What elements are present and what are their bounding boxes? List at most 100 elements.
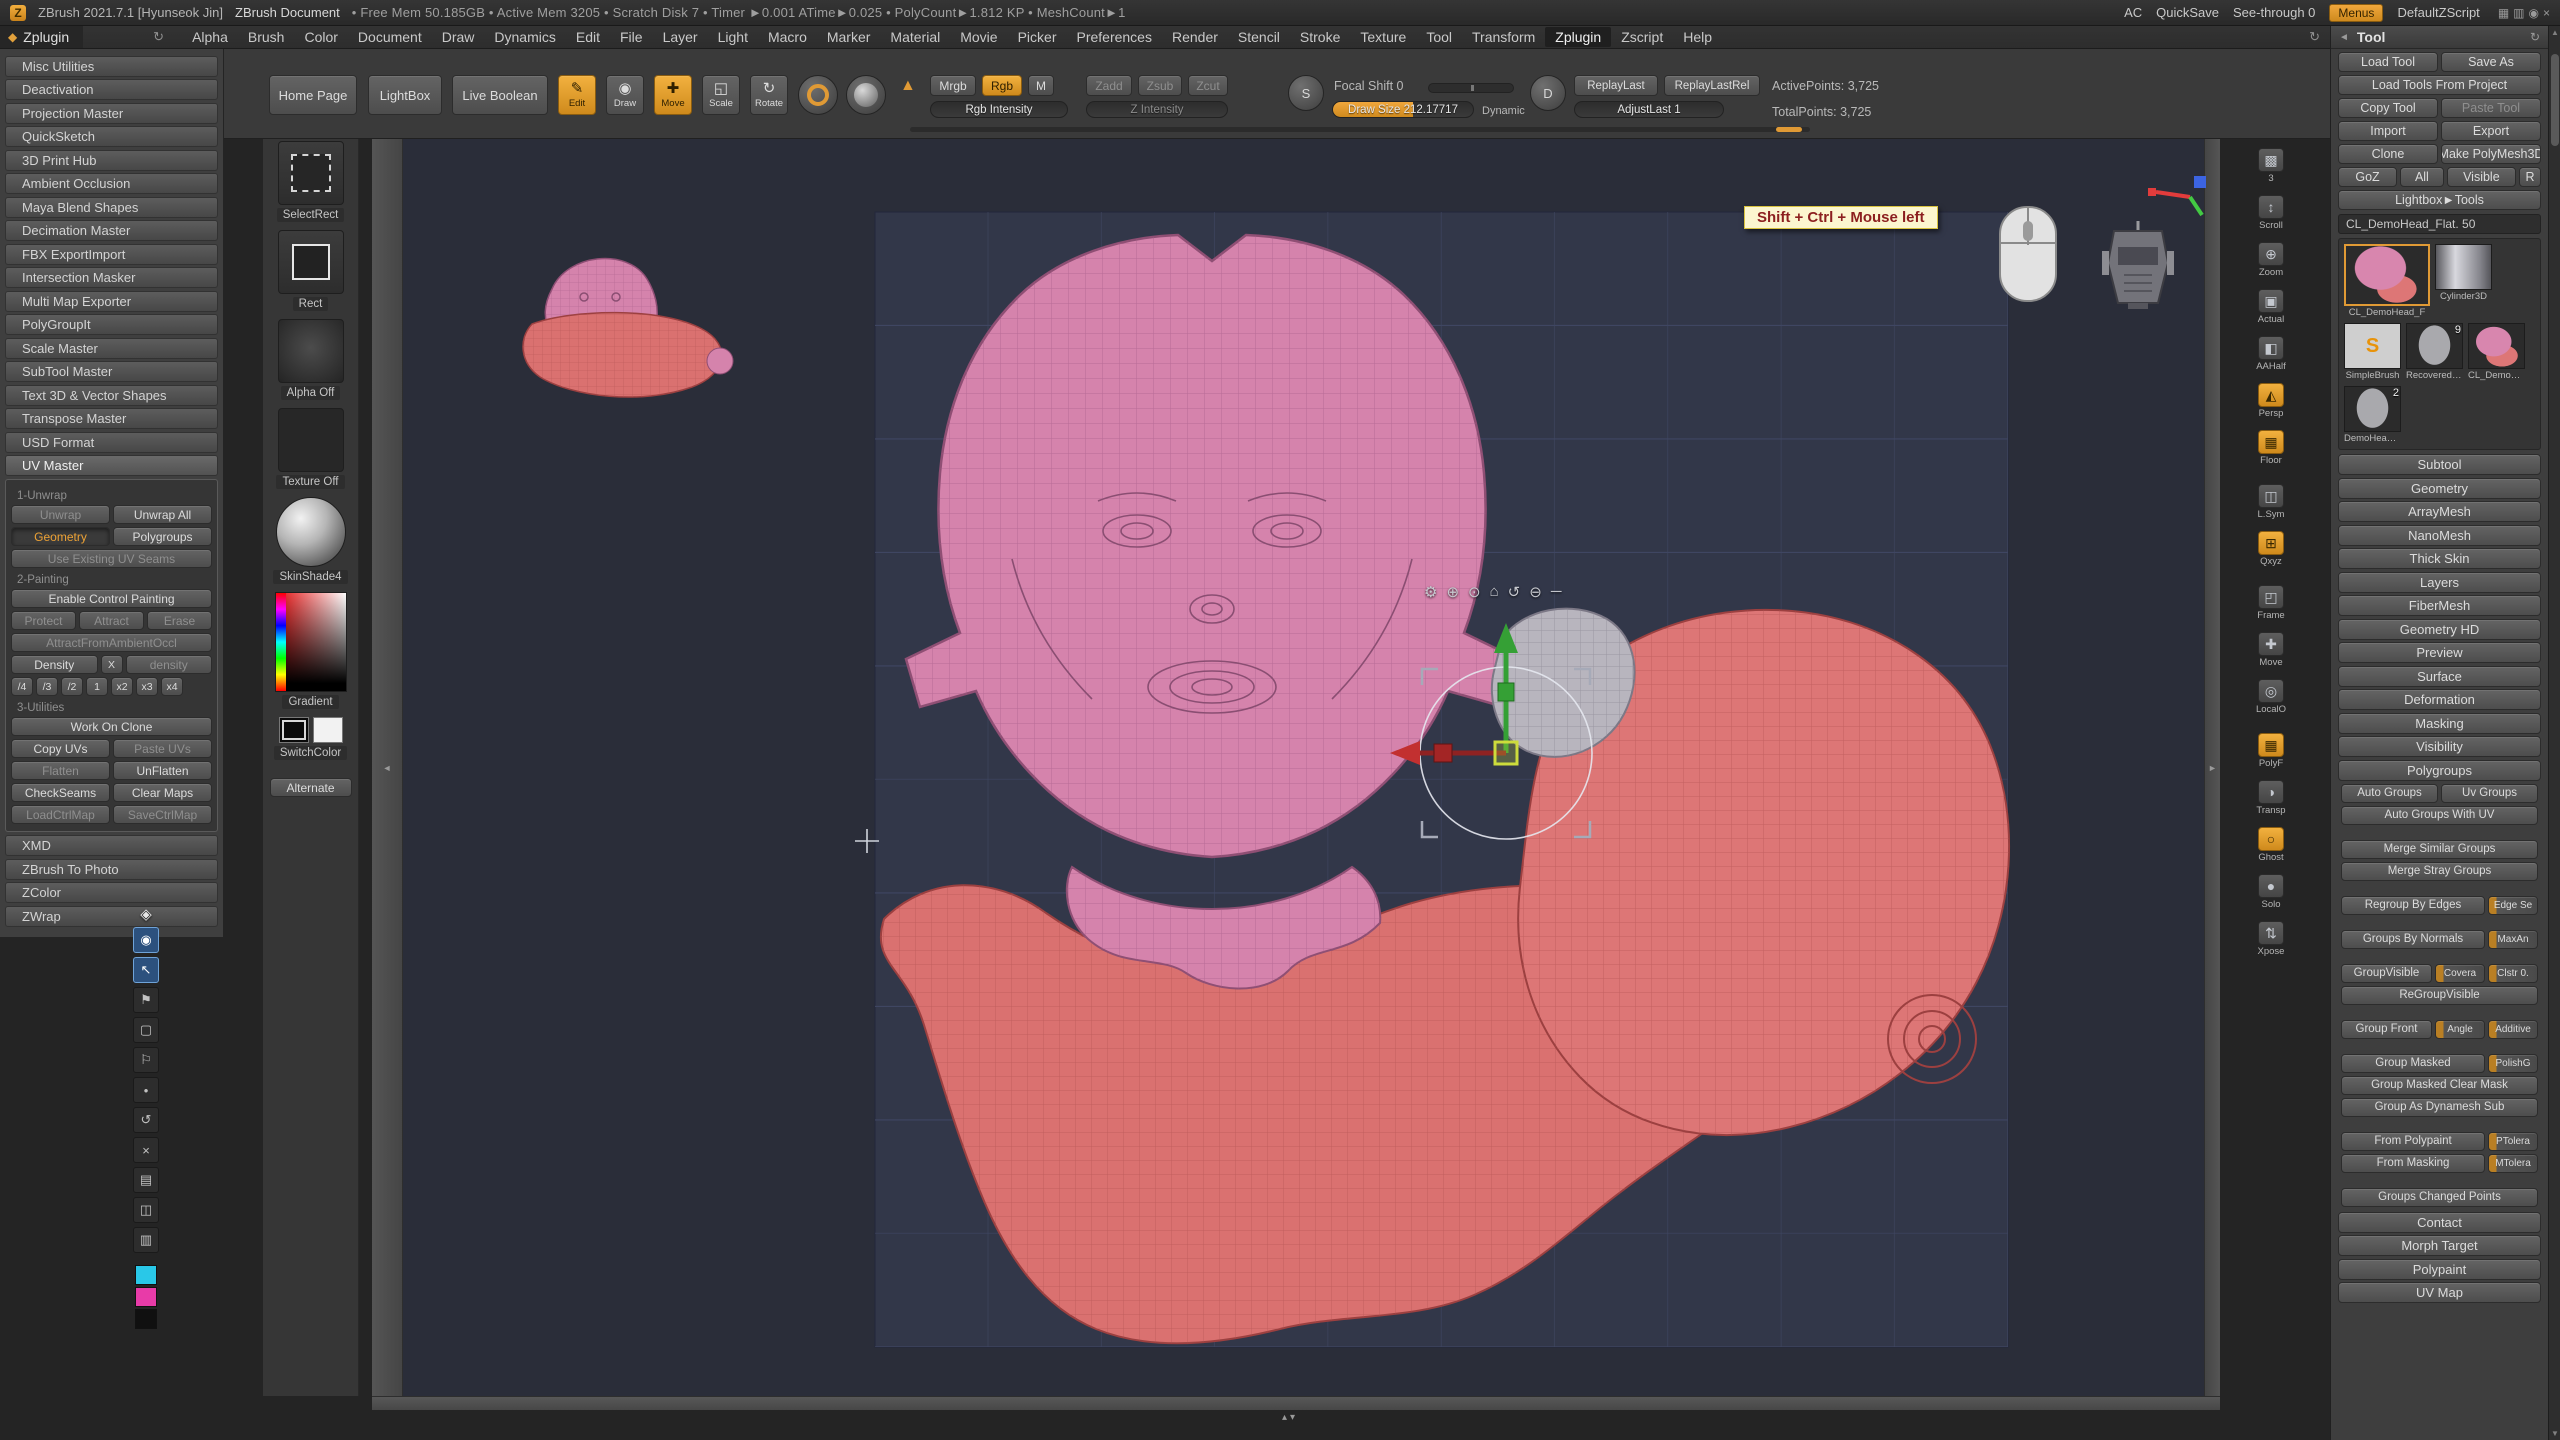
right-shelf-floor[interactable]: ▦Floor [2256, 430, 2286, 466]
pg-auto-groups-button[interactable]: Auto Groups [2341, 784, 2438, 803]
scroll-down-icon[interactable]: ▼ [2549, 1429, 2560, 1438]
zplugin-item-zbrush-to-photo[interactable]: ZBrush To Photo [5, 859, 218, 880]
uvm-density-button[interactable]: density [126, 655, 213, 674]
uvm-savectrlmap-button[interactable]: SaveCtrlMap [113, 805, 212, 824]
tool-section-layers[interactable]: Layers [2338, 572, 2541, 593]
m-button[interactable]: M [1028, 75, 1054, 96]
screen-icon[interactable]: ▤ [133, 1167, 159, 1193]
pg-group-front-button[interactable]: Group Front [2341, 1020, 2432, 1039]
menu-item-layer[interactable]: Layer [653, 27, 708, 47]
menu-item-zscript[interactable]: Zscript [1611, 27, 1673, 47]
current-texture-thumbnail[interactable] [278, 408, 344, 472]
pg-from-polypaint-button[interactable]: From Polypaint [2341, 1132, 2485, 1151]
tool-thumb-recovered-tool[interactable]: 9Recovered_Tool [2406, 323, 2463, 381]
pg-regroupvisible-button[interactable]: ReGroupVisible [2341, 986, 2538, 1005]
zadd-button[interactable]: Zadd [1086, 75, 1132, 96]
pg-groups-by-normals-button[interactable]: Groups By Normals [2341, 930, 2485, 949]
tool-section-surface[interactable]: Surface [2338, 666, 2541, 687]
pg-groupvisible-button[interactable]: GroupVisible [2341, 964, 2432, 983]
sculptris-pro-icon[interactable]: ▲ [900, 77, 916, 95]
zplugin-item-usd-format[interactable]: USD Format [5, 432, 218, 453]
quicksave-button[interactable]: QuickSave [2156, 5, 2219, 20]
layout-grid-icon[interactable]: ▦ [2498, 6, 2509, 20]
zplugin-item-uv-master[interactable]: UV Master [5, 455, 218, 476]
ac-indicator[interactable]: AC [2124, 5, 2142, 20]
tool-thumb-demohead-1[interactable]: 2DemoHead_1 [2344, 386, 2401, 444]
clipboard-icon[interactable]: ▥ [133, 1227, 159, 1253]
open-menu-indicator[interactable]: ◆ Zplugin [0, 26, 83, 48]
tool-section-uv-map[interactable]: UV Map [2338, 1282, 2541, 1303]
main-color-swatch[interactable] [279, 717, 309, 743]
tool-thumb-cl-demohead-f[interactable]: CL_DemoHead_F [2468, 323, 2525, 381]
zplugin-item-decimation-master[interactable]: Decimation Master [5, 220, 218, 241]
undo-icon[interactable]: ↺ [133, 1107, 159, 1133]
right-shelf-qxyz[interactable]: ⊞Qxyz [2256, 531, 2286, 567]
right-shelf-lsym[interactable]: ◫L.Sym [2256, 484, 2286, 520]
color-swatch-0[interactable] [135, 1265, 157, 1285]
current-alpha-thumbnail[interactable] [278, 319, 344, 383]
pg-group-masked-button[interactable]: Group Masked [2341, 1054, 2485, 1073]
bottom-tray-arrows[interactable]: ▴▾ [1282, 1412, 1298, 1423]
uvm-4-button[interactable]: /4 [11, 677, 33, 696]
tool-lightbox-tools-button[interactable]: Lightbox►Tools [2338, 190, 2541, 210]
tool-section-arraymesh[interactable]: ArrayMesh [2338, 501, 2541, 522]
right-shelf-aahalf[interactable]: ◧AAHalf [2256, 336, 2286, 372]
menu-item-stencil[interactable]: Stencil [1228, 27, 1290, 47]
pg-auto-groups-with-uv-button[interactable]: Auto Groups With UV [2341, 806, 2538, 825]
tool-section-contact[interactable]: Contact [2338, 1212, 2541, 1233]
tool-palette-header[interactable]: ◄ Tool ↻ [2331, 26, 2548, 49]
pg-maxan-button[interactable]: MaxAn [2488, 930, 2538, 949]
menu-item-picker[interactable]: Picker [1008, 27, 1067, 47]
uvm-copy-uvs-button[interactable]: Copy UVs [11, 739, 110, 758]
right-shelf-persp[interactable]: ◭Persp [2256, 383, 2286, 419]
pg-group-as-dynamesh-sub-button[interactable]: Group As Dynamesh Sub [2341, 1098, 2538, 1117]
torus-icon[interactable] [798, 75, 838, 115]
mode-scale-button[interactable]: ◱Scale [702, 75, 740, 115]
zplugin-item-xmd[interactable]: XMD [5, 835, 218, 856]
uvm-1-button[interactable]: 1 [86, 677, 108, 696]
rgb-button[interactable]: Rgb [982, 75, 1022, 96]
tool-sync-icon[interactable]: ↻ [2530, 30, 2540, 44]
tool-section-fibermesh[interactable]: FiberMesh [2338, 595, 2541, 616]
uvm-unflatten-button[interactable]: UnFlatten [113, 761, 212, 780]
zcut-button[interactable]: Zcut [1188, 75, 1228, 96]
pg-mtolera-button[interactable]: MTolera [2488, 1154, 2538, 1173]
uvm-protect-button[interactable]: Protect [11, 611, 76, 630]
tool-visible-button[interactable]: Visible [2447, 167, 2516, 187]
uvm-unwrap-all-button[interactable]: Unwrap All [113, 505, 212, 524]
stroke-flyout-icon[interactable]: S [1288, 75, 1324, 111]
uvm-work-on-clone-button[interactable]: Work On Clone [11, 717, 212, 736]
tool-load-tool-button[interactable]: Load Tool [2338, 52, 2438, 72]
uvm-unwrap-button[interactable]: Unwrap [11, 505, 110, 524]
current-tool-name[interactable]: CL_DemoHead_Flat. 50 [2338, 214, 2541, 234]
menu-item-draw[interactable]: Draw [432, 27, 485, 47]
pg-groups-changed-points-button[interactable]: Groups Changed Points [2341, 1188, 2538, 1207]
replay-last-button[interactable]: ReplayLast [1574, 75, 1658, 96]
uvm-attractfromambientoccl-button[interactable]: AttractFromAmbientOccl [11, 633, 212, 652]
zplugin-item-text-3d-vector-shapes[interactable]: Text 3D & Vector Shapes [5, 385, 218, 406]
left-tray-divider[interactable]: ◄ [372, 139, 403, 1396]
menu-item-color[interactable]: Color [294, 27, 347, 47]
mode-rotate-button[interactable]: ↻Rotate [750, 75, 788, 115]
zplugin-item-polygroupit[interactable]: PolyGroupIt [5, 314, 218, 335]
uvm-x-button[interactable]: X [101, 655, 123, 674]
default-zscript-button[interactable]: DefaultZScript [2397, 5, 2479, 20]
tool-thumb-cl-demohead-f[interactable]: CL_DemoHead_F [2344, 244, 2430, 318]
current-stroke-thumbnail[interactable] [278, 230, 344, 294]
tool-section-polypaint[interactable]: Polypaint [2338, 1259, 2541, 1280]
depth-flyout-icon[interactable]: D [1530, 75, 1566, 111]
uvm-density-button[interactable]: Density [11, 655, 98, 674]
tool-copy-tool-button[interactable]: Copy Tool [2338, 98, 2438, 118]
pg-regroup-by-edges-button[interactable]: Regroup By Edges [2341, 896, 2485, 915]
right-shelf-xpose[interactable]: ⇅Xpose [2256, 921, 2286, 957]
alternate-button[interactable]: Alternate [270, 778, 352, 797]
right-shelf-actual[interactable]: ▣Actual [2256, 289, 2286, 325]
right-shelf-zoom[interactable]: ⊕Zoom [2256, 242, 2286, 278]
pg-clstr-0-button[interactable]: Clstr 0. [2488, 964, 2538, 983]
pg-edge-se-button[interactable]: Edge Se [2488, 896, 2538, 915]
gizmo-pivot-icon[interactable]: ⊙ [1468, 583, 1481, 601]
tool-export-button[interactable]: Export [2441, 121, 2541, 141]
zplugin-item-zcolor[interactable]: ZColor [5, 882, 218, 903]
zplugin-item-projection-master[interactable]: Projection Master [5, 103, 218, 124]
adjust-last-slider[interactable]: AdjustLast 1 [1574, 101, 1724, 118]
